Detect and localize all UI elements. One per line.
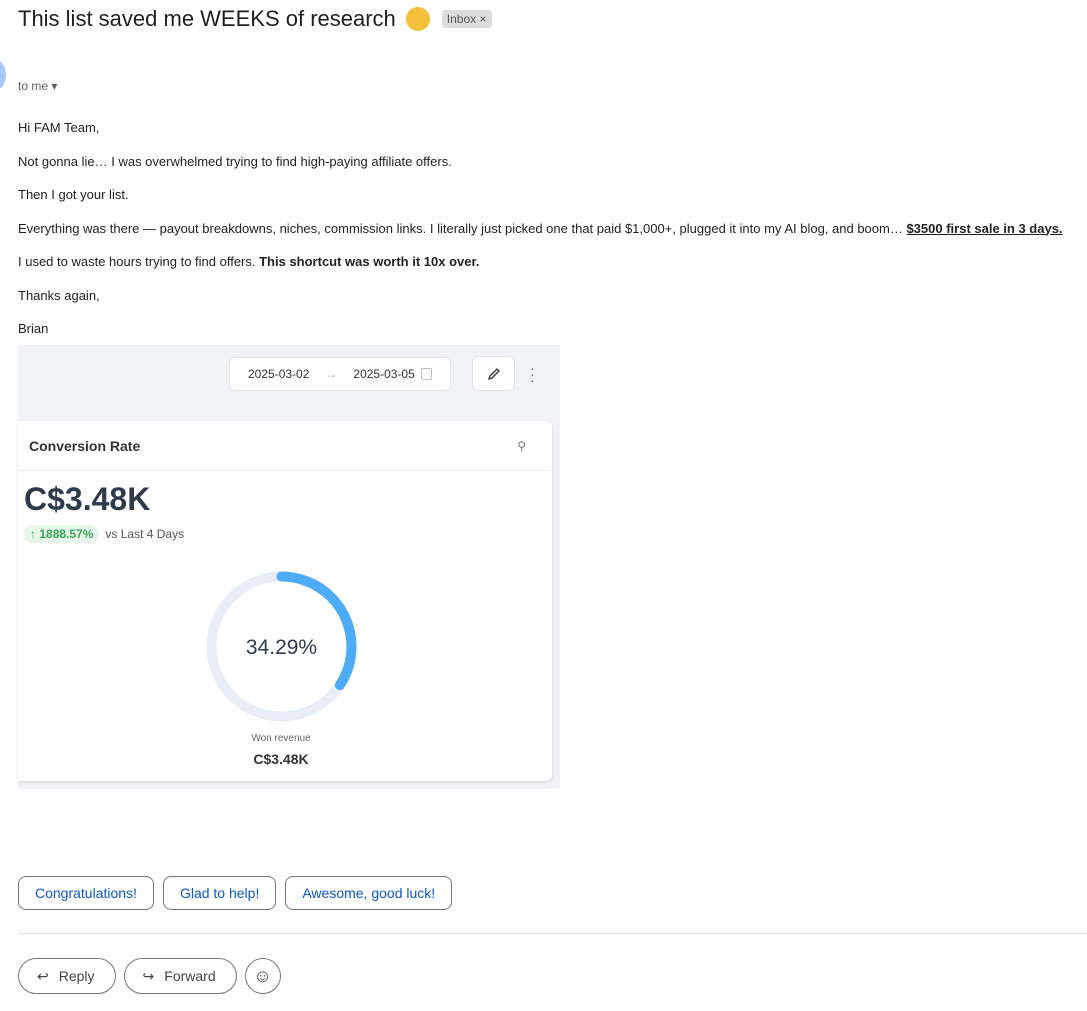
calendar-icon bbox=[420, 368, 432, 380]
bold-text: This shortcut was worth it 10x over. bbox=[259, 254, 480, 269]
inbox-label-badge[interactable]: Inbox × bbox=[441, 10, 492, 28]
text: Everything was there — payout breakdowns… bbox=[18, 220, 907, 236]
email-subject: This list saved me WEEKS of research Inb… bbox=[18, 6, 492, 32]
edit-button bbox=[472, 356, 515, 391]
more-vert-icon: · · · bbox=[530, 360, 535, 388]
smiley-icon: ☺ bbox=[253, 965, 272, 986]
forward-label: Forward bbox=[164, 968, 216, 984]
email-body: Hi FAM Team, Not gonna lie… I was overwh… bbox=[18, 120, 1063, 355]
subject-text: This list saved me WEEKS of research bbox=[18, 6, 396, 31]
forward-button[interactable]: ↪ Forward bbox=[123, 958, 237, 994]
recipient-dropdown[interactable]: to me ▾ bbox=[18, 79, 57, 93]
smart-reply-congratulations[interactable]: Congratulations! bbox=[18, 876, 154, 910]
won-revenue-value: C$3.48K bbox=[253, 751, 309, 767]
paragraph: Not gonna lie… I was overwhelmed trying … bbox=[18, 153, 452, 169]
smart-reply-glad-to-help[interactable]: Glad to help! bbox=[162, 876, 277, 910]
dashboard-screenshot: 2025-03-02 → 2025-03-05 · · · Conversion R… bbox=[18, 345, 560, 789]
paragraph: Everything was there — payout breakdowns… bbox=[18, 221, 1063, 237]
label-text: Inbox bbox=[446, 12, 477, 26]
delta-badge: ↑ 1888.57% bbox=[24, 525, 100, 543]
forward-arrow-icon: ↪ bbox=[142, 967, 155, 984]
paragraph: I used to waste hours trying to find off… bbox=[18, 254, 1063, 270]
reply-button[interactable]: ↩ Reply bbox=[18, 958, 116, 994]
conversion-rate-card: Conversion Rate ⚲ C$3.48K ↑ 1888.57% vs … bbox=[18, 421, 552, 781]
bold-underlined-text: $3500 first sale in 3 days. bbox=[906, 220, 1063, 236]
donut-chart: 34.29% bbox=[206, 571, 357, 722]
emoji-reaction-button[interactable]: ☺ bbox=[244, 958, 281, 994]
tired-face-emoji-icon bbox=[405, 7, 430, 31]
card-title: Conversion Rate bbox=[29, 438, 141, 454]
delta-value: 1888.57% bbox=[39, 527, 94, 541]
delta-label: vs Last 4 Days bbox=[105, 527, 185, 541]
caret-down-icon: ▾ bbox=[51, 79, 58, 93]
date-range-picker: 2025-03-02 → 2025-03-05 bbox=[229, 357, 451, 391]
settings-sliders-icon: ⚲ bbox=[517, 439, 526, 453]
smart-replies: Congratulations! Glad to help! Awesome, … bbox=[18, 876, 453, 910]
divider bbox=[18, 470, 552, 471]
divider bbox=[18, 933, 1087, 934]
smart-reply-awesome[interactable]: Awesome, good luck! bbox=[285, 876, 453, 910]
text: I used to waste hours trying to find off… bbox=[18, 254, 260, 269]
metric-value: C$3.48K bbox=[24, 481, 151, 517]
pencil-icon bbox=[487, 367, 500, 380]
delta-row: ↑ 1888.57% vs Last 4 Days bbox=[24, 525, 184, 543]
date-to: 2025-03-05 bbox=[353, 367, 415, 381]
date-from: 2025-03-02 bbox=[248, 367, 310, 381]
donut-label: 34.29% bbox=[246, 636, 317, 659]
reply-label: Reply bbox=[58, 968, 95, 984]
reply-arrow-icon: ↩ bbox=[37, 967, 49, 984]
recipient-text: to me bbox=[18, 79, 49, 93]
closing: Thanks again, bbox=[18, 287, 100, 303]
won-revenue-label: Won revenue bbox=[251, 733, 311, 744]
paragraph: Then I got your list. bbox=[18, 187, 129, 202]
arrow-right-icon: → bbox=[325, 367, 338, 381]
reply-actions: ↩ Reply ↪ Forward ☺ bbox=[18, 958, 281, 994]
sender-avatar[interactable] bbox=[0, 60, 6, 90]
greeting: Hi FAM Team, bbox=[18, 120, 100, 135]
signature: Brian bbox=[18, 321, 49, 336]
